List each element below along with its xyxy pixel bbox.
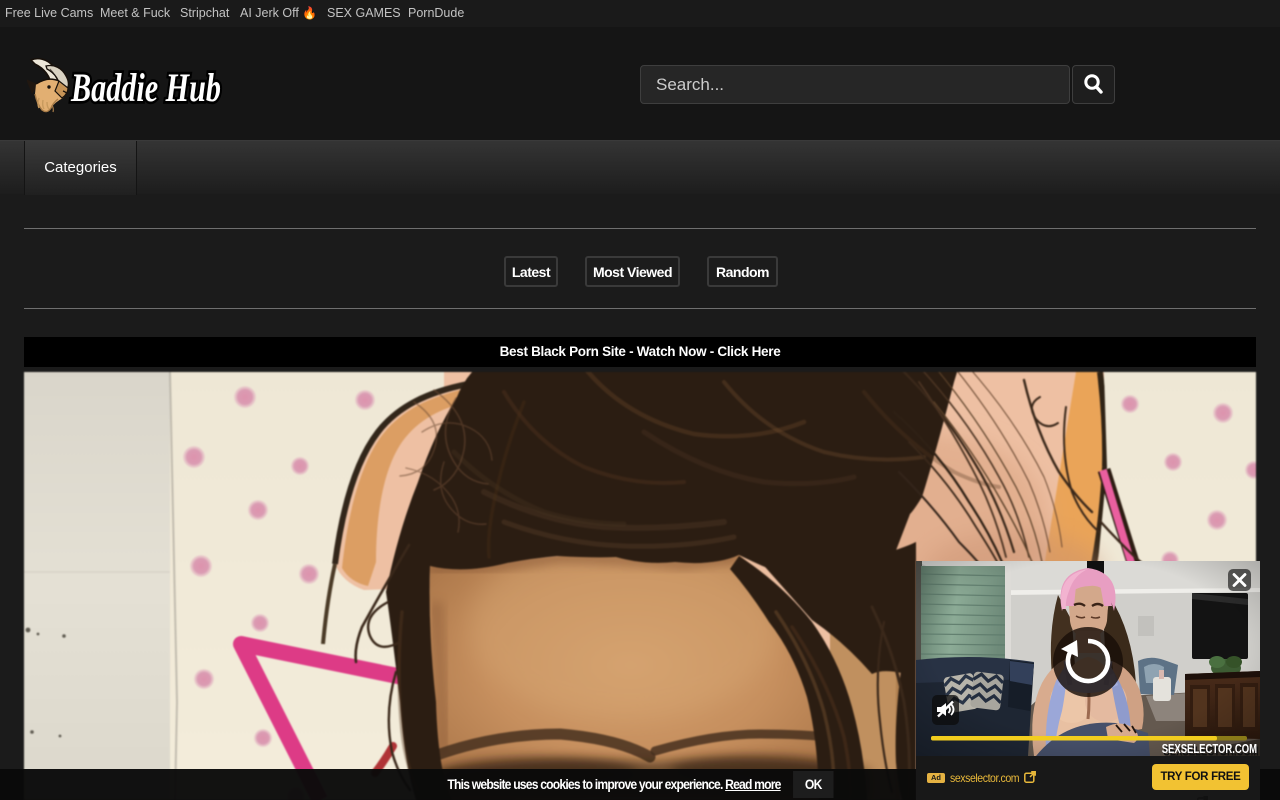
svg-text:SEXSELECTOR.COM: SEXSELECTOR.COM <box>1162 743 1257 756</box>
svg-text:Baddie Hub: Baddie Hub <box>70 65 221 110</box>
